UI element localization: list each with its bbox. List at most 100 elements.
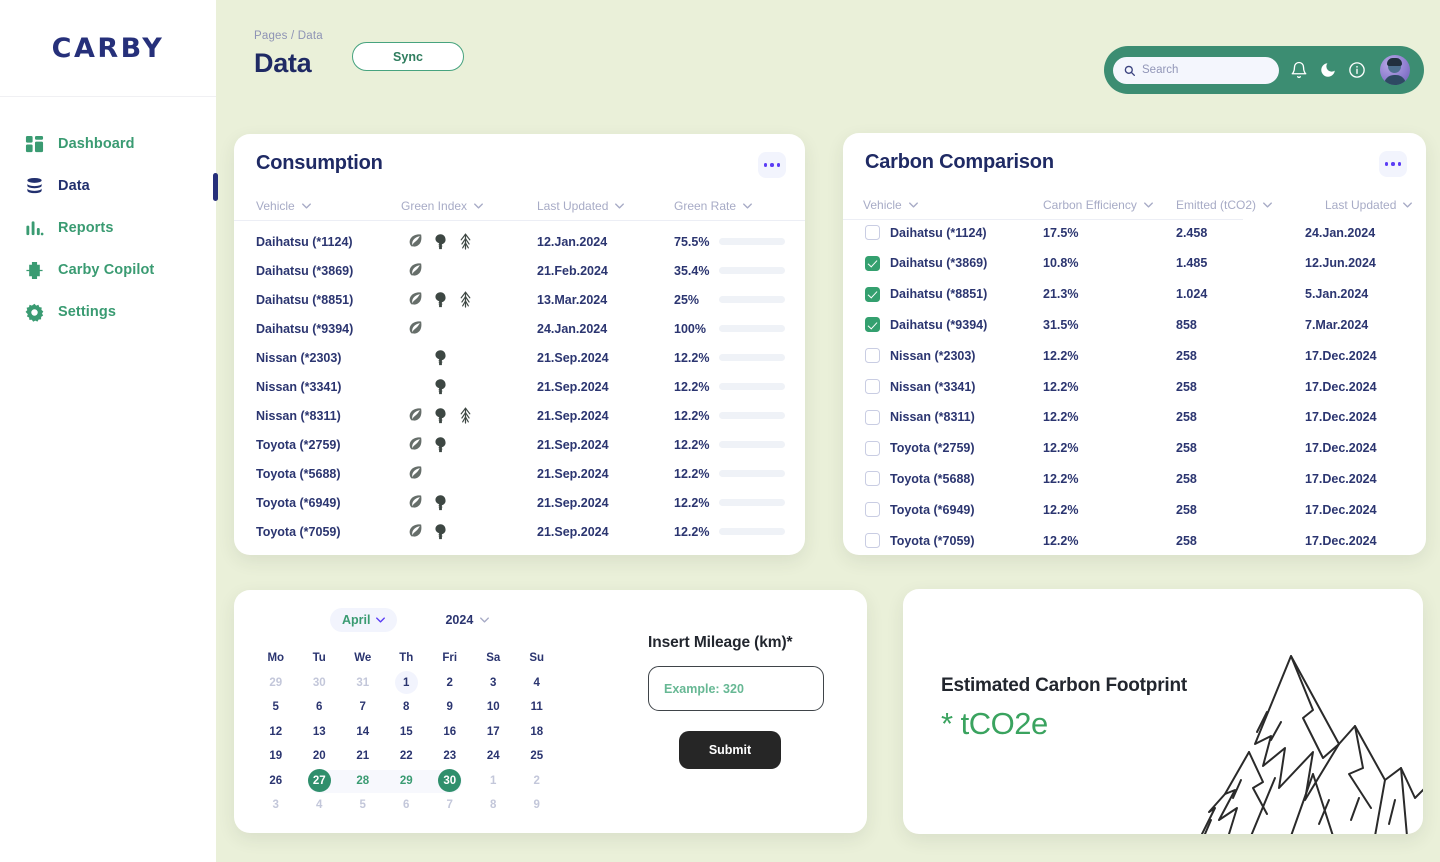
carbon-menu-button[interactable]: [1379, 151, 1407, 177]
calendar-day[interactable]: 1: [472, 769, 516, 794]
row-checkbox[interactable]: [865, 440, 880, 456]
calendar-day[interactable]: 9: [428, 695, 472, 720]
table-row[interactable]: Toyota (*7059) 21.Sep.2024 12.2%: [234, 517, 805, 546]
calendar-day[interactable]: 17: [472, 720, 516, 745]
row-checkbox[interactable]: [865, 317, 880, 333]
column-header-emitted-tco2-[interactable]: Emitted (tCO2): [1176, 192, 1272, 218]
table-row[interactable]: Toyota (*6949) 21.Sep.2024 12.2%: [234, 488, 805, 517]
calendar-day[interactable]: 15: [385, 720, 429, 745]
calendar-day[interactable]: 21: [341, 744, 385, 769]
column-header-last-updated[interactable]: Last Updated: [1325, 192, 1413, 218]
table-row[interactable]: Nissan (*2303) 21.Sep.2024 12.2%: [234, 343, 805, 372]
sidebar-item-settings[interactable]: Settings: [0, 291, 216, 333]
table-row[interactable]: Nissan (*8311) 12.2% 258 17.Dec.2024: [843, 403, 1426, 432]
row-checkbox[interactable]: [865, 533, 880, 548]
calendar-day[interactable]: 13: [298, 720, 342, 745]
calendar-day[interactable]: 24: [472, 744, 516, 769]
sidebar-item-data[interactable]: Data: [0, 165, 218, 207]
calendar-day[interactable]: 23: [428, 744, 472, 769]
calendar-day[interactable]: 9: [515, 793, 559, 818]
table-row[interactable]: Daihatsu (*1124) 17.5% 2.458 24.Jan.2024: [843, 218, 1426, 247]
row-checkbox[interactable]: [865, 225, 880, 240]
calendar-day[interactable]: 2: [515, 769, 559, 794]
calendar-day[interactable]: 3: [254, 793, 298, 818]
calendar-day[interactable]: 5: [254, 695, 298, 720]
year-select[interactable]: 2024: [445, 613, 490, 627]
row-checkbox[interactable]: [865, 409, 880, 425]
table-row[interactable]: Toyota (*7059) 12.2% 258 17.Dec.2024: [843, 526, 1426, 555]
table-row[interactable]: Toyota (*2759) 12.2% 258 17.Dec.2024: [843, 434, 1426, 463]
app-logo[interactable]: CARBY: [0, 0, 216, 96]
table-row[interactable]: Toyota (*5688) 12.2% 258 17.Dec.2024: [843, 464, 1426, 493]
table-row[interactable]: Daihatsu (*3869) 10.8% 1.485 12.Jun.2024: [843, 249, 1426, 278]
calendar-day[interactable]: 14: [341, 720, 385, 745]
calendar-day[interactable]: 1: [385, 671, 429, 696]
bell-icon[interactable]: [1290, 61, 1308, 79]
sidebar-item-carby-copilot[interactable]: Carby Copilot: [0, 249, 216, 291]
submit-button[interactable]: Submit: [679, 731, 781, 769]
search-box[interactable]: [1113, 56, 1279, 84]
consumption-menu-button[interactable]: [758, 152, 786, 178]
table-row[interactable]: Daihatsu (*8851) 13.Mar.2024 25%: [234, 285, 805, 314]
calendar-day[interactable]: 6: [298, 695, 342, 720]
calendar-day[interactable]: 22: [385, 744, 429, 769]
row-checkbox[interactable]: [865, 379, 880, 394]
calendar-day[interactable]: 4: [298, 793, 342, 818]
info-icon[interactable]: [1348, 61, 1366, 79]
calendar-day[interactable]: 16: [428, 720, 472, 745]
calendar-day[interactable]: 10: [472, 695, 516, 720]
sidebar-item-reports[interactable]: Reports: [0, 207, 216, 249]
avatar[interactable]: [1380, 55, 1410, 85]
column-header-green-index[interactable]: Green Index: [401, 193, 483, 219]
calendar-day[interactable]: 20: [298, 744, 342, 769]
calendar-day[interactable]: 7: [428, 793, 472, 818]
calendar-day[interactable]: 2: [428, 671, 472, 696]
table-row[interactable]: Nissan (*2303) 12.2% 258 17.Dec.2024: [843, 341, 1426, 370]
table-row[interactable]: Daihatsu (*1124) 12.Jan.2024 75.5%: [234, 227, 805, 256]
table-row[interactable]: Daihatsu (*8851) 21.3% 1.024 5.Jan.2024: [843, 280, 1426, 309]
calendar-day[interactable]: 26: [254, 769, 298, 794]
row-checkbox[interactable]: [865, 255, 880, 271]
row-checkbox[interactable]: [865, 286, 880, 302]
table-row[interactable]: Nissan (*3341) 21.Sep.2024 12.2%: [234, 372, 805, 401]
calendar-day[interactable]: 30: [298, 671, 342, 696]
calendar-day[interactable]: 8: [385, 695, 429, 720]
calendar-day[interactable]: 18: [515, 720, 559, 745]
breadcrumb[interactable]: Pages / Data: [254, 30, 323, 42]
calendar-day[interactable]: 7: [341, 695, 385, 720]
calendar-day[interactable]: 6: [385, 793, 429, 818]
table-row[interactable]: Nissan (*8311) 21.Sep.2024 12.2%: [234, 401, 805, 430]
table-row[interactable]: Daihatsu (*3869) 21.Feb.2024 35.4%: [234, 256, 805, 285]
calendar-day[interactable]: 29: [254, 671, 298, 696]
row-checkbox[interactable]: [865, 502, 880, 518]
calendar-day[interactable]: 25: [515, 744, 559, 769]
calendar-day[interactable]: 8: [472, 793, 516, 818]
calendar-day[interactable]: 11: [515, 695, 559, 720]
table-row[interactable]: Toyota (*2759) 21.Sep.2024 12.2%: [234, 430, 805, 459]
sidebar-item-dashboard[interactable]: Dashboard: [0, 123, 216, 165]
calendar-day[interactable]: 31: [341, 671, 385, 696]
table-row[interactable]: Toyota (*6949) 12.2% 258 17.Dec.2024: [843, 495, 1426, 524]
table-row[interactable]: Toyota (*5688) 21.Sep.2024 12.2%: [234, 459, 805, 488]
row-checkbox[interactable]: [865, 471, 880, 487]
calendar-day[interactable]: 3: [472, 671, 516, 696]
search-input[interactable]: [1142, 64, 1262, 76]
calendar-day[interactable]: 5: [341, 793, 385, 818]
column-header-vehicle[interactable]: Vehicle: [256, 193, 311, 219]
column-header-green-rate[interactable]: Green Rate: [674, 193, 752, 219]
table-row[interactable]: Daihatsu (*9394) 31.5% 858 7.Mar.2024: [843, 310, 1426, 339]
moon-icon[interactable]: [1319, 61, 1337, 79]
mileage-input[interactable]: [648, 666, 824, 711]
sync-button[interactable]: Sync: [352, 42, 464, 71]
calendar-day[interactable]: 27: [298, 769, 341, 794]
table-row[interactable]: Daihatsu (*9394) 24.Jan.2024 100%: [234, 314, 805, 343]
column-header-last-updated[interactable]: Last Updated: [537, 193, 625, 219]
month-select[interactable]: April: [330, 608, 398, 632]
calendar-day[interactable]: 28: [341, 769, 385, 794]
column-header-vehicle[interactable]: Vehicle: [863, 192, 918, 218]
calendar-day[interactable]: 30: [428, 769, 472, 794]
calendar-day[interactable]: 4: [515, 671, 559, 696]
table-row[interactable]: Nissan (*3341) 12.2% 258 17.Dec.2024: [843, 372, 1426, 401]
calendar-day[interactable]: 12: [254, 720, 298, 745]
column-header-carbon-efficiency[interactable]: Carbon Efficiency: [1043, 192, 1153, 218]
